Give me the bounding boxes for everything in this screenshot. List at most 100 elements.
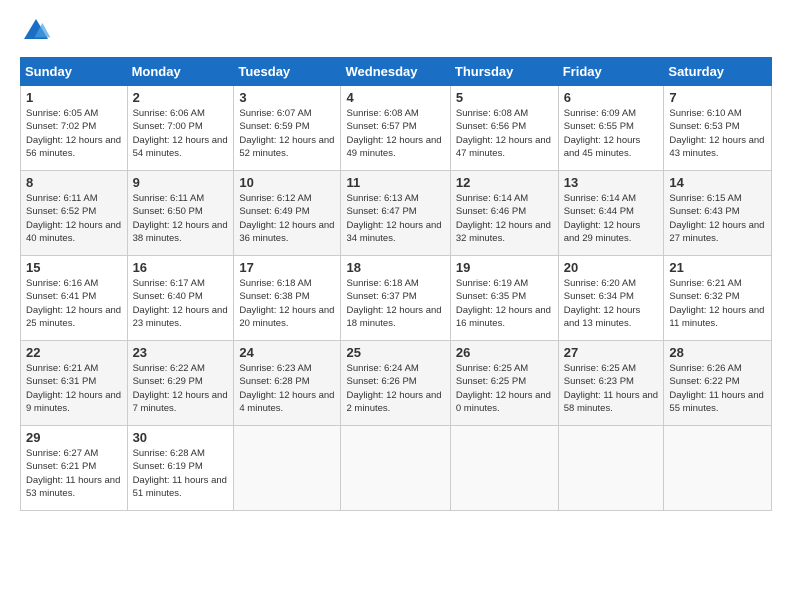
day-number: 18 bbox=[346, 260, 444, 275]
weekday-header: Wednesday bbox=[341, 58, 450, 86]
day-number: 26 bbox=[456, 345, 553, 360]
calendar-cell: 8 Sunrise: 6:11 AMSunset: 6:52 PMDayligh… bbox=[21, 171, 128, 256]
day-info: Sunrise: 6:15 AMSunset: 6:43 PMDaylight:… bbox=[669, 193, 764, 244]
calendar-cell bbox=[558, 426, 664, 511]
day-info: Sunrise: 6:26 AMSunset: 6:22 PMDaylight:… bbox=[669, 363, 763, 414]
calendar-week-row: 1 Sunrise: 6:05 AMSunset: 7:02 PMDayligh… bbox=[21, 86, 772, 171]
day-info: Sunrise: 6:25 AMSunset: 6:23 PMDaylight:… bbox=[564, 363, 658, 414]
day-info: Sunrise: 6:18 AMSunset: 6:37 PMDaylight:… bbox=[346, 278, 441, 329]
calendar-week-row: 29 Sunrise: 6:27 AMSunset: 6:21 PMDaylig… bbox=[21, 426, 772, 511]
day-info: Sunrise: 6:08 AMSunset: 6:56 PMDaylight:… bbox=[456, 108, 551, 159]
calendar-cell: 30 Sunrise: 6:28 AMSunset: 6:19 PMDaylig… bbox=[127, 426, 234, 511]
day-info: Sunrise: 6:11 AMSunset: 6:50 PMDaylight:… bbox=[133, 193, 228, 244]
calendar-cell: 16 Sunrise: 6:17 AMSunset: 6:40 PMDaylig… bbox=[127, 256, 234, 341]
day-info: Sunrise: 6:21 AMSunset: 6:31 PMDaylight:… bbox=[26, 363, 121, 414]
calendar-cell: 19 Sunrise: 6:19 AMSunset: 6:35 PMDaylig… bbox=[450, 256, 558, 341]
calendar-week-row: 22 Sunrise: 6:21 AMSunset: 6:31 PMDaylig… bbox=[21, 341, 772, 426]
calendar-cell: 10 Sunrise: 6:12 AMSunset: 6:49 PMDaylig… bbox=[234, 171, 341, 256]
calendar-week-row: 8 Sunrise: 6:11 AMSunset: 6:52 PMDayligh… bbox=[21, 171, 772, 256]
day-info: Sunrise: 6:14 AMSunset: 6:44 PMDaylight:… bbox=[564, 193, 641, 244]
day-info: Sunrise: 6:17 AMSunset: 6:40 PMDaylight:… bbox=[133, 278, 228, 329]
weekday-header: Thursday bbox=[450, 58, 558, 86]
day-info: Sunrise: 6:07 AMSunset: 6:59 PMDaylight:… bbox=[239, 108, 334, 159]
calendar-cell: 24 Sunrise: 6:23 AMSunset: 6:28 PMDaylig… bbox=[234, 341, 341, 426]
day-info: Sunrise: 6:19 AMSunset: 6:35 PMDaylight:… bbox=[456, 278, 551, 329]
day-number: 16 bbox=[133, 260, 229, 275]
day-number: 28 bbox=[669, 345, 766, 360]
day-info: Sunrise: 6:25 AMSunset: 6:25 PMDaylight:… bbox=[456, 363, 551, 414]
logo-icon bbox=[20, 15, 52, 47]
day-number: 29 bbox=[26, 430, 122, 445]
day-info: Sunrise: 6:11 AMSunset: 6:52 PMDaylight:… bbox=[26, 193, 121, 244]
weekday-header: Friday bbox=[558, 58, 664, 86]
day-number: 22 bbox=[26, 345, 122, 360]
day-number: 21 bbox=[669, 260, 766, 275]
calendar-cell: 11 Sunrise: 6:13 AMSunset: 6:47 PMDaylig… bbox=[341, 171, 450, 256]
day-info: Sunrise: 6:13 AMSunset: 6:47 PMDaylight:… bbox=[346, 193, 441, 244]
calendar-cell: 17 Sunrise: 6:18 AMSunset: 6:38 PMDaylig… bbox=[234, 256, 341, 341]
calendar-cell: 2 Sunrise: 6:06 AMSunset: 7:00 PMDayligh… bbox=[127, 86, 234, 171]
calendar-table: SundayMondayTuesdayWednesdayThursdayFrid… bbox=[20, 57, 772, 511]
day-info: Sunrise: 6:06 AMSunset: 7:00 PMDaylight:… bbox=[133, 108, 228, 159]
calendar-cell: 25 Sunrise: 6:24 AMSunset: 6:26 PMDaylig… bbox=[341, 341, 450, 426]
day-info: Sunrise: 6:16 AMSunset: 6:41 PMDaylight:… bbox=[26, 278, 121, 329]
calendar-week-row: 15 Sunrise: 6:16 AMSunset: 6:41 PMDaylig… bbox=[21, 256, 772, 341]
calendar-cell: 27 Sunrise: 6:25 AMSunset: 6:23 PMDaylig… bbox=[558, 341, 664, 426]
calendar-cell: 12 Sunrise: 6:14 AMSunset: 6:46 PMDaylig… bbox=[450, 171, 558, 256]
weekday-header: Sunday bbox=[21, 58, 128, 86]
header bbox=[20, 15, 772, 47]
day-number: 14 bbox=[669, 175, 766, 190]
day-number: 30 bbox=[133, 430, 229, 445]
day-number: 20 bbox=[564, 260, 659, 275]
calendar-cell: 3 Sunrise: 6:07 AMSunset: 6:59 PMDayligh… bbox=[234, 86, 341, 171]
day-number: 12 bbox=[456, 175, 553, 190]
day-number: 23 bbox=[133, 345, 229, 360]
day-info: Sunrise: 6:10 AMSunset: 6:53 PMDaylight:… bbox=[669, 108, 764, 159]
day-number: 2 bbox=[133, 90, 229, 105]
day-number: 10 bbox=[239, 175, 335, 190]
calendar-cell: 26 Sunrise: 6:25 AMSunset: 6:25 PMDaylig… bbox=[450, 341, 558, 426]
calendar-cell bbox=[450, 426, 558, 511]
day-info: Sunrise: 6:23 AMSunset: 6:28 PMDaylight:… bbox=[239, 363, 334, 414]
calendar-cell bbox=[234, 426, 341, 511]
calendar-cell: 22 Sunrise: 6:21 AMSunset: 6:31 PMDaylig… bbox=[21, 341, 128, 426]
calendar-cell: 15 Sunrise: 6:16 AMSunset: 6:41 PMDaylig… bbox=[21, 256, 128, 341]
day-info: Sunrise: 6:08 AMSunset: 6:57 PMDaylight:… bbox=[346, 108, 441, 159]
page: SundayMondayTuesdayWednesdayThursdayFrid… bbox=[0, 0, 792, 612]
day-info: Sunrise: 6:24 AMSunset: 6:26 PMDaylight:… bbox=[346, 363, 441, 414]
day-number: 1 bbox=[26, 90, 122, 105]
calendar-cell: 14 Sunrise: 6:15 AMSunset: 6:43 PMDaylig… bbox=[664, 171, 772, 256]
day-number: 11 bbox=[346, 175, 444, 190]
day-info: Sunrise: 6:18 AMSunset: 6:38 PMDaylight:… bbox=[239, 278, 334, 329]
day-info: Sunrise: 6:20 AMSunset: 6:34 PMDaylight:… bbox=[564, 278, 641, 329]
day-info: Sunrise: 6:14 AMSunset: 6:46 PMDaylight:… bbox=[456, 193, 551, 244]
day-number: 19 bbox=[456, 260, 553, 275]
day-number: 6 bbox=[564, 90, 659, 105]
day-info: Sunrise: 6:12 AMSunset: 6:49 PMDaylight:… bbox=[239, 193, 334, 244]
day-info: Sunrise: 6:05 AMSunset: 7:02 PMDaylight:… bbox=[26, 108, 121, 159]
day-number: 5 bbox=[456, 90, 553, 105]
calendar-cell: 21 Sunrise: 6:21 AMSunset: 6:32 PMDaylig… bbox=[664, 256, 772, 341]
calendar-cell: 6 Sunrise: 6:09 AMSunset: 6:55 PMDayligh… bbox=[558, 86, 664, 171]
calendar-cell: 7 Sunrise: 6:10 AMSunset: 6:53 PMDayligh… bbox=[664, 86, 772, 171]
calendar-cell: 13 Sunrise: 6:14 AMSunset: 6:44 PMDaylig… bbox=[558, 171, 664, 256]
calendar-cell bbox=[341, 426, 450, 511]
day-number: 8 bbox=[26, 175, 122, 190]
day-number: 24 bbox=[239, 345, 335, 360]
day-number: 17 bbox=[239, 260, 335, 275]
calendar-cell: 4 Sunrise: 6:08 AMSunset: 6:57 PMDayligh… bbox=[341, 86, 450, 171]
day-info: Sunrise: 6:27 AMSunset: 6:21 PMDaylight:… bbox=[26, 448, 120, 499]
calendar-cell: 29 Sunrise: 6:27 AMSunset: 6:21 PMDaylig… bbox=[21, 426, 128, 511]
calendar-cell: 23 Sunrise: 6:22 AMSunset: 6:29 PMDaylig… bbox=[127, 341, 234, 426]
calendar-cell bbox=[664, 426, 772, 511]
calendar-cell: 20 Sunrise: 6:20 AMSunset: 6:34 PMDaylig… bbox=[558, 256, 664, 341]
day-info: Sunrise: 6:22 AMSunset: 6:29 PMDaylight:… bbox=[133, 363, 228, 414]
day-number: 25 bbox=[346, 345, 444, 360]
calendar-cell: 28 Sunrise: 6:26 AMSunset: 6:22 PMDaylig… bbox=[664, 341, 772, 426]
calendar-cell: 18 Sunrise: 6:18 AMSunset: 6:37 PMDaylig… bbox=[341, 256, 450, 341]
calendar-cell: 1 Sunrise: 6:05 AMSunset: 7:02 PMDayligh… bbox=[21, 86, 128, 171]
day-number: 3 bbox=[239, 90, 335, 105]
day-number: 9 bbox=[133, 175, 229, 190]
day-number: 7 bbox=[669, 90, 766, 105]
calendar-cell: 9 Sunrise: 6:11 AMSunset: 6:50 PMDayligh… bbox=[127, 171, 234, 256]
